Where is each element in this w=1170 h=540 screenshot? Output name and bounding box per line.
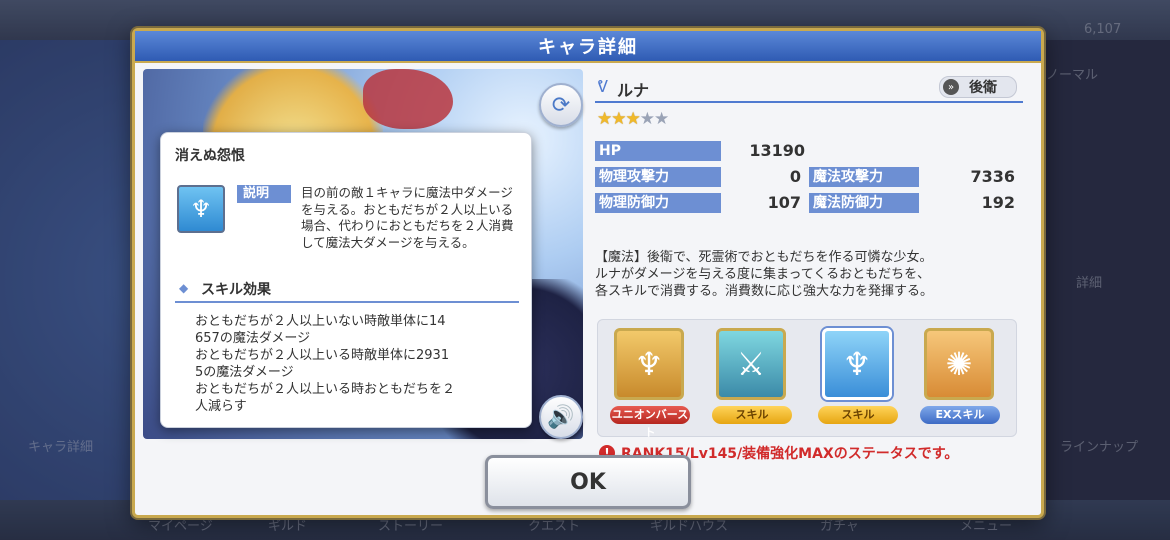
skill-ex[interactable]: ✺ EXスキル [920, 328, 1000, 432]
skill-1[interactable]: ⚔ スキル [712, 328, 792, 432]
skill-icon: ♆ [822, 328, 892, 400]
art-ribbon [363, 69, 453, 129]
effect-line: おともだちが２人以上いる時おともだちを２ [195, 382, 456, 397]
effect-line: 657の魔法ダメージ [195, 331, 311, 346]
ok-label: OK [570, 469, 606, 495]
effect-line: 人減らす [195, 399, 247, 414]
physical-attack-label: 物理攻撃力 [595, 167, 721, 187]
description-tag: 説明 [237, 185, 291, 203]
magic-defense-value: 192 [981, 193, 1015, 212]
skill-label-2: スキル [818, 406, 898, 424]
skill-name: 消えぬ怨恨 [175, 148, 245, 164]
physical-defense-value: 107 [767, 193, 801, 212]
magic-defense-label: 魔法防御力 [809, 193, 919, 213]
dialog-title: キャラ詳細 [538, 37, 638, 58]
skill-icon: ♆ [177, 185, 225, 233]
skill-label-ex: EXスキル [920, 406, 1000, 424]
voice-button[interactable]: 🔊 [539, 395, 583, 439]
position-badge: » 後衛 [939, 76, 1017, 98]
physical-defense-label: 物理防御力 [595, 193, 721, 213]
name-row: ᕓ ルナ » 後衛 [595, 75, 1023, 103]
ok-button[interactable]: OK [485, 455, 691, 509]
speaker-icon: 🔊 [547, 404, 575, 430]
effect-line: おともだちが２人以上いる時敵単体に2931 [195, 348, 450, 363]
skill-detail-popup: 消えぬ怨恨 ♆ 説明 目の前の敵１キャラに魔法中ダメージを与える。おともだちが２… [160, 132, 532, 428]
physical-attack-value: 0 [789, 167, 801, 186]
union-burst-icon: ♆ [614, 328, 684, 400]
magic-type-icon: ᕓ [597, 77, 608, 96]
character-info-panel: ᕓ ルナ » 後衛 ★★★★★ HP 13190 物理攻撃力 0 魔法攻撃力 7… [595, 69, 1033, 462]
skill-effects: おともだちが２人以上いない時敵単体に14 657の魔法ダメージ おともだちが２人… [195, 313, 515, 415]
star-icon: ★ [611, 109, 626, 129]
skill-effect-title: スキル効果 [201, 282, 271, 298]
skill-label-union-burst: ユニオンバースト [610, 406, 690, 439]
skill-effect-heading: ◆ スキル効果 [175, 279, 519, 303]
magic-attack-label: 魔法攻撃力 [809, 167, 919, 187]
ex-skill-icon: ✺ [924, 328, 994, 400]
magic-attack-value: 7336 [970, 167, 1015, 186]
skill-description: 目の前の敵１キャラに魔法中ダメージを与える。おともだちが２人以上いる場合、代わり… [301, 185, 514, 250]
star-icon: ★ [654, 109, 669, 129]
refresh-icon: ⟳ [551, 92, 571, 118]
character-description: 【魔法】後衛で、死霊術でおともだちを作る可憐な少女。 ルナがダメージを与える度に… [595, 250, 934, 299]
skill-2[interactable]: ♆ スキル [818, 328, 898, 432]
skill-icon: ⚔ [716, 328, 786, 400]
effect-line: おともだちが２人以上いない時敵単体に14 [195, 314, 446, 329]
skill-union-burst[interactable]: ♆ ユニオンバースト [610, 328, 690, 439]
skill-list: ♆ ユニオンバースト ⚔ スキル ♆ スキル ✺ EXスキル [597, 319, 1017, 439]
diamond-icon: ◆ [179, 281, 189, 295]
star-rating: ★★★★★ [597, 109, 669, 129]
hp-value: 13190 [749, 141, 805, 160]
hp-label: HP [595, 141, 721, 161]
dialog-header: キャラ詳細 [135, 31, 1041, 63]
effect-line: 5の魔法ダメージ [195, 365, 294, 380]
position-icon: » [943, 79, 959, 95]
star-icon: ★ [597, 109, 612, 129]
rotate-view-button[interactable]: ⟳ [539, 83, 583, 127]
character-name: ルナ [617, 81, 650, 100]
star-icon: ★ [625, 109, 641, 129]
star-icon: ★ [639, 109, 655, 129]
position-label: 後衛 [969, 80, 997, 96]
skill-label-1: スキル [712, 406, 792, 424]
